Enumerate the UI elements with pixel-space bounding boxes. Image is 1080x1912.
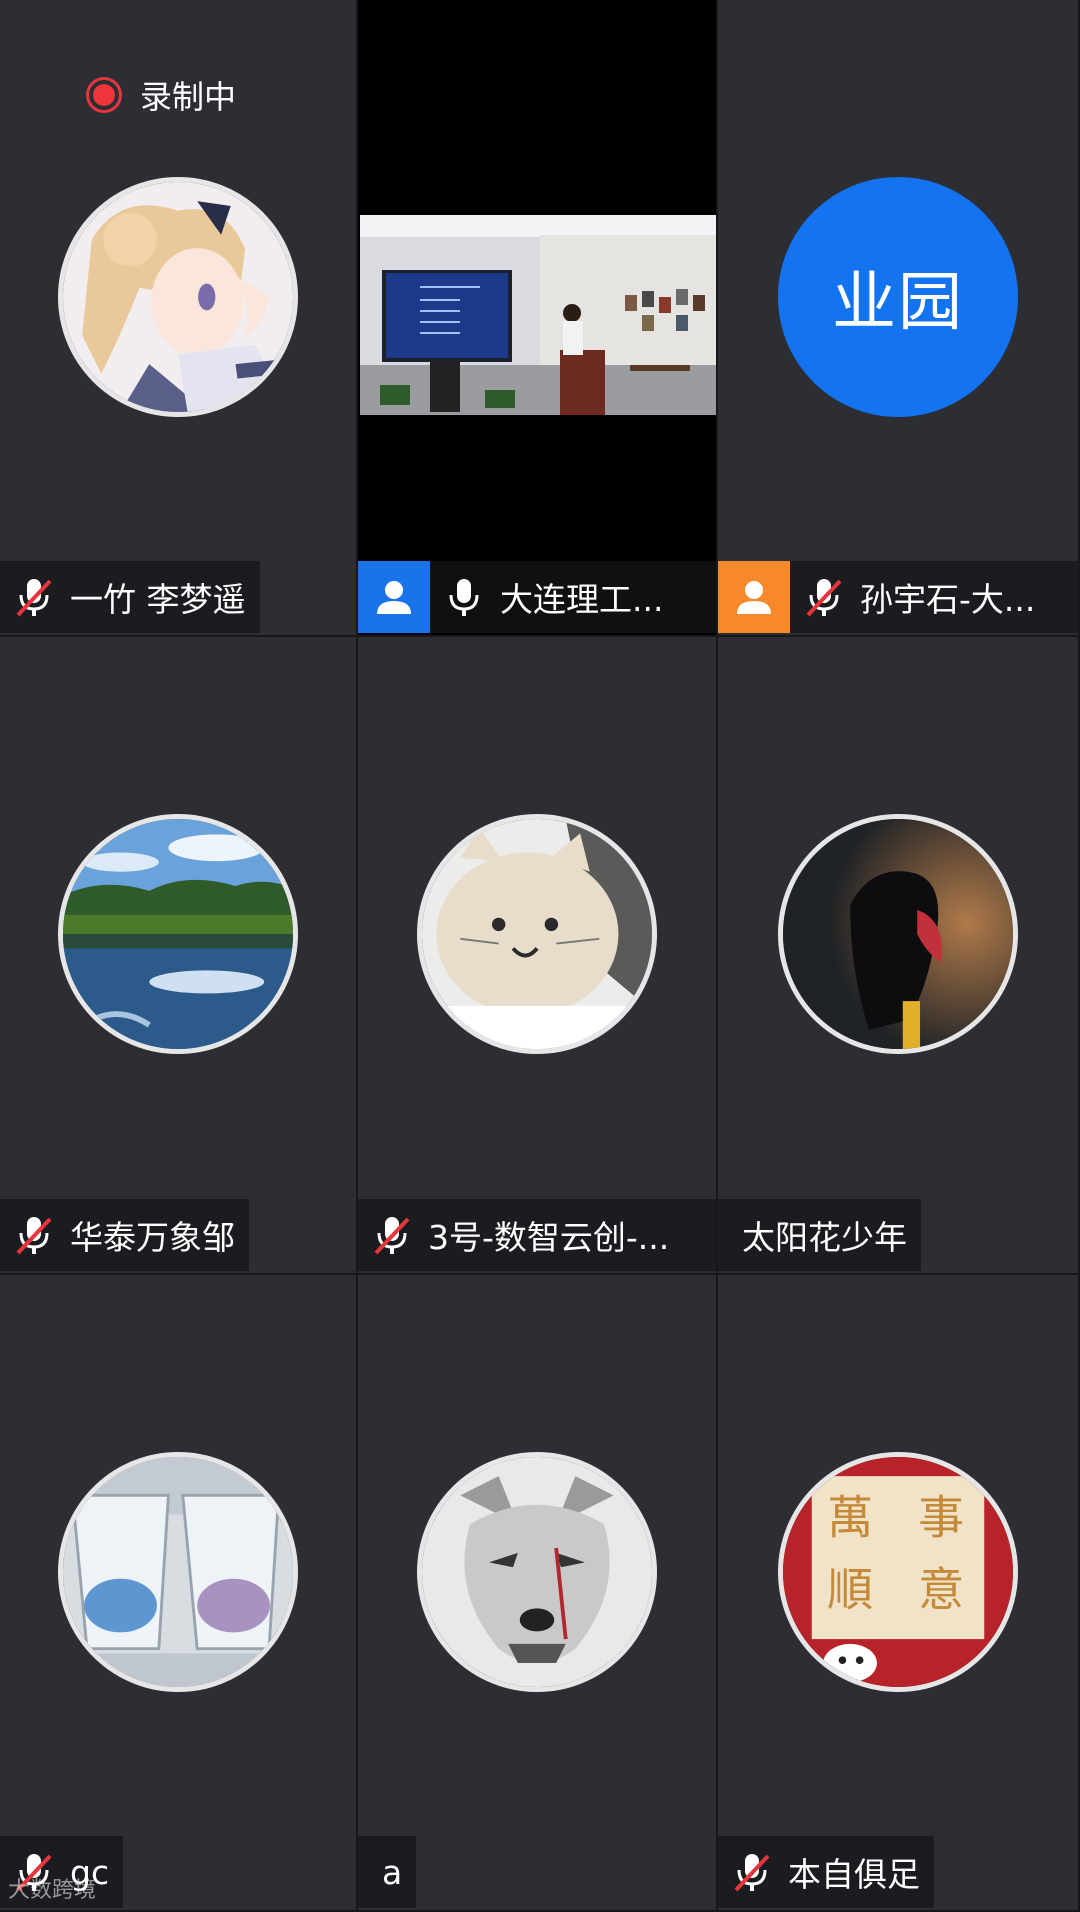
participant-tile-8[interactable]: a <box>358 1275 718 1912</box>
participant-name: 一竹 李梦遥 <box>70 580 246 619</box>
recording-indicator: 录制中 <box>86 72 236 118</box>
avatar-initials: 业园 <box>778 176 1018 417</box>
participant-name-bar: 本自俱足 <box>718 1836 934 1908</box>
avatar: 萬 事 順 意 <box>778 1451 1018 1692</box>
recording-label: 录制中 <box>140 78 237 116</box>
participant-name: 大连理工... <box>500 580 664 619</box>
record-dot-icon <box>86 77 122 113</box>
avatar <box>58 814 298 1054</box>
video-feed <box>360 215 716 415</box>
avatar-char-4: 意 <box>918 1562 964 1616</box>
participant-name: 孙宇石-大... <box>860 580 1036 619</box>
avatar <box>58 1451 298 1692</box>
watermark-text: 大数跨境 <box>8 1878 97 1903</box>
user-icon <box>718 561 790 633</box>
participant-tile-3[interactable]: 业园 孙宇石-大... <box>718 0 1080 637</box>
participant-tile-1[interactable]: 录制中 一竹 李梦遥 <box>0 0 358 637</box>
mic-muted-icon[interactable] <box>372 1213 412 1257</box>
participant-name-bar: 大连理工... <box>358 561 716 633</box>
participant-tile-5[interactable]: 3号-数智云创-... <box>358 637 718 1275</box>
participant-tile-6[interactable]: 太阳花少年 <box>718 637 1080 1275</box>
participant-tile-4[interactable]: 华泰万象邹 <box>0 637 358 1275</box>
participant-tile-2[interactable]: 大连理工... <box>358 0 718 637</box>
avatar <box>58 176 298 417</box>
participant-name: 华泰万象邹 <box>70 1218 235 1257</box>
avatar-char-2: 事 <box>918 1490 964 1544</box>
participant-name-bar: 孙宇石-大... <box>718 561 1078 633</box>
avatar <box>417 1451 657 1692</box>
participant-tile-9[interactable]: 萬 事 順 意 本自俱足 <box>718 1275 1080 1912</box>
participant-name: 3号-数智云创-... <box>428 1218 670 1257</box>
participant-name: a <box>382 1852 403 1892</box>
user-icon <box>358 561 430 633</box>
mic-muted-icon[interactable] <box>14 1213 54 1257</box>
participant-name-bar: 太阳花少年 <box>718 1199 921 1271</box>
participant-name: 本自俱足 <box>788 1855 920 1894</box>
mic-muted-icon[interactable] <box>14 575 54 619</box>
participant-grid: 录制中 一竹 李梦遥 大连理工... 业园 孙宇石-大... 华泰万象邹 3号-… <box>0 0 1080 1912</box>
mic-muted-icon[interactable] <box>732 1850 772 1894</box>
participant-name: 太阳花少年 <box>742 1218 907 1257</box>
participant-tile-7[interactable]: gc 大数跨境 <box>0 1275 358 1912</box>
participant-name-bar: 一竹 李梦遥 <box>0 561 260 633</box>
participant-name-bar: 华泰万象邹 <box>0 1199 249 1271</box>
avatar-char-3: 順 <box>827 1562 873 1616</box>
avatar <box>778 814 1018 1054</box>
mic-muted-icon[interactable] <box>804 575 844 619</box>
participant-name-bar: a <box>358 1836 417 1908</box>
mic-icon[interactable] <box>444 575 484 619</box>
avatar-char-1: 萬 <box>827 1490 873 1544</box>
watermark: 大数跨境 <box>8 1872 96 1904</box>
avatar <box>417 814 657 1054</box>
participant-name-bar: 3号-数智云创-... <box>358 1199 716 1271</box>
